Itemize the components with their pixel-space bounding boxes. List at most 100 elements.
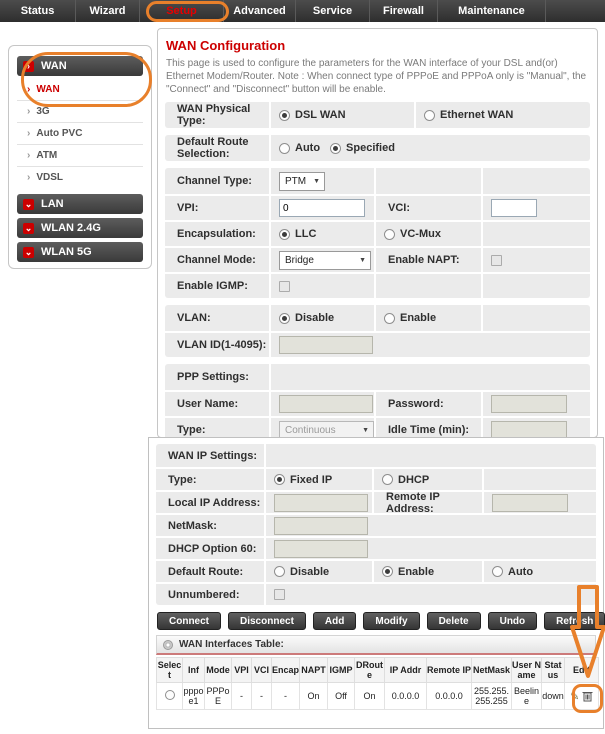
delete-trash-icon[interactable] xyxy=(582,690,593,702)
field-label: VLAN: xyxy=(165,305,271,331)
radio-label: LLC xyxy=(295,228,317,240)
sidebar: › WAN › WAN › 3G › Auto PVC › ATM › VDSL xyxy=(8,45,152,269)
chevron-down-icon: ▼ xyxy=(359,256,366,264)
nav-filler xyxy=(546,0,605,22)
specified-radio[interactable] xyxy=(330,142,342,154)
field-label: Type: xyxy=(156,469,266,490)
enable-napt-checkbox[interactable] xyxy=(491,254,502,266)
refresh-button[interactable]: Refresh xyxy=(544,612,605,630)
sidebar-group-wan[interactable]: › WAN xyxy=(17,56,143,76)
cell-netmask: 255.255.255.255 xyxy=(471,682,512,710)
col-header: VPI xyxy=(231,657,252,683)
default-route-enable-radio[interactable] xyxy=(382,566,393,577)
col-header: NetMask xyxy=(471,657,512,683)
select-value: Bridge xyxy=(285,254,314,266)
undo-button[interactable]: Undo xyxy=(487,612,538,630)
vlan-disable-radio[interactable] xyxy=(279,312,290,324)
enable-igmp-checkbox[interactable] xyxy=(279,280,290,292)
local-ip-input[interactable] xyxy=(274,493,368,512)
top-nav: Status Wizard Setup Advanced Service Fir… xyxy=(0,0,605,22)
section-ppp: PPP Settings: User Name: Password: Type:… xyxy=(165,364,590,442)
section-channel: Channel Type: PTM ▼ VPI: VCI: xyxy=(165,168,590,298)
sidebar-item-label: ATM xyxy=(36,150,58,161)
field-label: DHCP Option 60: xyxy=(156,538,266,559)
dsl-wan-radio[interactable] xyxy=(279,109,290,121)
chevron-right-icon: › xyxy=(27,106,31,117)
llc-radio[interactable] xyxy=(279,228,290,240)
field-label: Remote IP Address: xyxy=(374,491,484,515)
cell-mode: PPPoE xyxy=(204,682,232,710)
col-header: VCI xyxy=(251,657,272,683)
section-vlan: VLAN: Disable Enable VLAN ID(1-4095): xyxy=(165,305,590,357)
default-route-auto-radio[interactable] xyxy=(492,566,503,577)
edit-pencil-icon[interactable]: ✎ xyxy=(570,691,579,703)
sidebar-item-vdsl[interactable]: › VDSL xyxy=(17,166,143,188)
col-header: IGMP xyxy=(327,657,355,683)
channel-type-select[interactable]: PTM ▼ xyxy=(279,171,325,191)
sidebar-item-label: Auto PVC xyxy=(36,128,83,139)
radio-label: DSL WAN xyxy=(295,109,346,121)
unnumbered-checkbox[interactable] xyxy=(274,589,285,600)
table-row: pppoe1 PPPoE - - - On Off On 0.0.0.0 0.0… xyxy=(156,682,599,710)
router-admin-page: Status Wizard Setup Advanced Service Fir… xyxy=(0,0,605,734)
delete-button[interactable]: Delete xyxy=(426,612,481,630)
gear-icon xyxy=(163,639,173,650)
remote-ip-input[interactable] xyxy=(492,493,568,512)
cell-user-name: Beeline xyxy=(511,682,542,710)
sidebar-item-auto-pvc[interactable]: › Auto PVC xyxy=(17,122,143,144)
col-header: Select xyxy=(156,657,183,683)
vc-mux-radio[interactable] xyxy=(384,228,395,240)
vlan-id-input[interactable] xyxy=(279,336,373,354)
sidebar-group-wlan24[interactable]: ⌄ WLAN 2.4G xyxy=(17,218,143,238)
sidebar-sub-list: › WAN › 3G › Auto PVC › ATM › VDSL xyxy=(17,78,143,188)
password-input[interactable] xyxy=(491,395,567,413)
nav-tab-maintenance[interactable]: Maintenance xyxy=(438,0,546,22)
field-label: Channel Mode: xyxy=(165,248,271,272)
table-header-row: Select Inf Mode VPI VCI Encap NAPT IGMP … xyxy=(156,657,599,683)
vlan-enable-radio[interactable] xyxy=(384,312,395,324)
field-label: VLAN ID(1-4095): xyxy=(165,333,271,357)
chevron-right-icon: › xyxy=(27,128,31,139)
section-wan-ip: WAN IP Settings: Type: Fixed IP DHCP Loc… xyxy=(156,444,596,605)
nav-tab-firewall[interactable]: Firewall xyxy=(370,0,438,22)
field-label: Password: xyxy=(376,392,483,416)
row-select-radio[interactable] xyxy=(164,690,175,700)
field-label: Encapsulation: xyxy=(165,222,271,246)
connect-button[interactable]: Connect xyxy=(157,612,221,630)
sidebar-group-lan[interactable]: ⌄ LAN xyxy=(17,194,143,214)
default-route-disable-radio[interactable] xyxy=(274,566,285,577)
nav-tab-service[interactable]: Service xyxy=(296,0,370,22)
select-value: Continuous xyxy=(285,424,336,436)
dhcp-option-60-input[interactable] xyxy=(274,539,368,558)
netmask-input[interactable] xyxy=(274,516,368,535)
field-label: User Name: xyxy=(165,392,271,416)
nav-tab-setup[interactable]: Setup xyxy=(140,0,224,22)
vpi-input[interactable] xyxy=(279,199,365,217)
add-button[interactable]: Add xyxy=(312,612,357,630)
col-header: Edit xyxy=(564,657,599,683)
section-header: PPP Settings: xyxy=(165,364,271,390)
field-label: VCI: xyxy=(376,196,483,220)
channel-mode-select[interactable]: Bridge ▼ xyxy=(279,250,371,270)
field-label: Default Route Selection: xyxy=(165,135,271,161)
ethernet-wan-radio[interactable] xyxy=(424,109,435,121)
vci-input[interactable] xyxy=(491,199,537,217)
sidebar-item-3g[interactable]: › 3G xyxy=(17,100,143,122)
radio-label: Ethernet WAN xyxy=(440,109,514,121)
disconnect-button[interactable]: Disconnect xyxy=(228,612,306,630)
nav-tab-status[interactable]: Status xyxy=(0,0,76,22)
chevron-right-icon: › xyxy=(27,83,31,95)
sidebar-item-wan[interactable]: › WAN xyxy=(17,78,143,100)
user-name-input[interactable] xyxy=(279,395,373,413)
sidebar-item-atm[interactable]: › ATM xyxy=(17,144,143,166)
auto-radio[interactable] xyxy=(279,142,290,154)
fixed-ip-radio[interactable] xyxy=(274,474,285,485)
nav-tab-advanced[interactable]: Advanced xyxy=(224,0,296,22)
dhcp-radio[interactable] xyxy=(382,474,393,485)
sidebar-group-wlan5[interactable]: ⌄ WLAN 5G xyxy=(17,242,143,262)
section-header: WAN IP Settings: xyxy=(156,444,266,467)
chevron-down-icon: ▼ xyxy=(313,177,320,185)
sidebar-group-label: WLAN 5G xyxy=(41,246,92,258)
nav-tab-wizard[interactable]: Wizard xyxy=(76,0,140,22)
modify-button[interactable]: Modify xyxy=(363,612,420,630)
